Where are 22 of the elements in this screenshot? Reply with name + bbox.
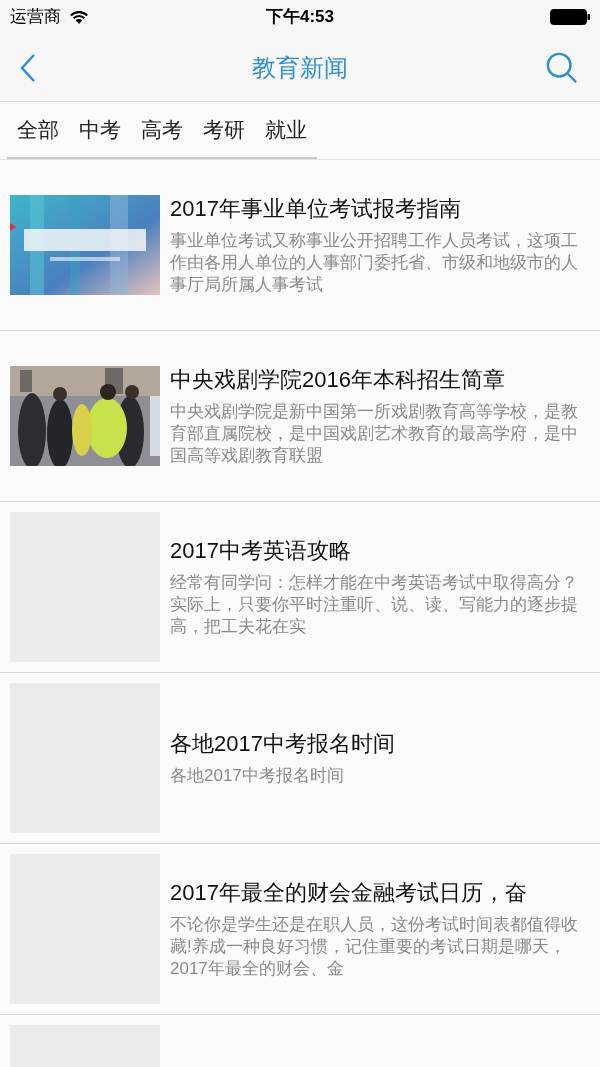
news-title: 2017年最全的财会金融考试日历，奋 xyxy=(170,879,528,907)
category-tab[interactable]: 高考 xyxy=(141,114,183,146)
news-title: 中央戏剧学院2016年本科招生简章 xyxy=(170,366,506,394)
news-title: 各地2017中考报名时间 xyxy=(170,730,396,758)
clock-time: 下午4:53 xyxy=(266,6,334,29)
news-title: 2017中考英语攻略 xyxy=(170,537,352,565)
category-tab[interactable]: 全部 xyxy=(17,114,59,146)
news-summary: 各地2017中考报名时间 xyxy=(170,765,345,787)
news-summary: 经常有同学问：怎样才能在中考英语考试中取得高分？实际上，只要你平时注重听、说、读、写能力的逐步提高，把工夫花在实 xyxy=(170,572,579,638)
category-tab[interactable]: 中考 xyxy=(79,114,121,146)
carrier-label: 运营商 xyxy=(10,6,61,29)
category-tab[interactable]: 就业 xyxy=(265,114,307,146)
news-summary: 中央戏剧学院是新中国第一所戏剧教育高等学校，是教育部直属院校，是中国戏剧艺术教育的最高学府，是中国高等戏剧教育联盟 xyxy=(170,401,579,467)
category-tab[interactable]: 考研 xyxy=(203,114,245,146)
news-summary: 不论你是学生还是在职人员，这份考试时间表都值得收藏!养成一种良好习惯，记住重要的考试日期是哪天，2017年最全的财会、金 xyxy=(170,914,579,980)
page-title: 教育新闻 xyxy=(252,52,348,83)
search-icon xyxy=(545,50,579,85)
wifi-icon xyxy=(69,9,89,25)
back-icon xyxy=(20,52,36,83)
battery-icon xyxy=(550,9,590,25)
news-title: 2017年事业单位考试报考指南 xyxy=(170,195,462,223)
news-summary: 事业单位考试又称事业公开招聘工作人员考试，这项工作由各用人单位的人事部门委托省、市级和地级市的人事厅局所属人事考试 xyxy=(170,230,579,296)
